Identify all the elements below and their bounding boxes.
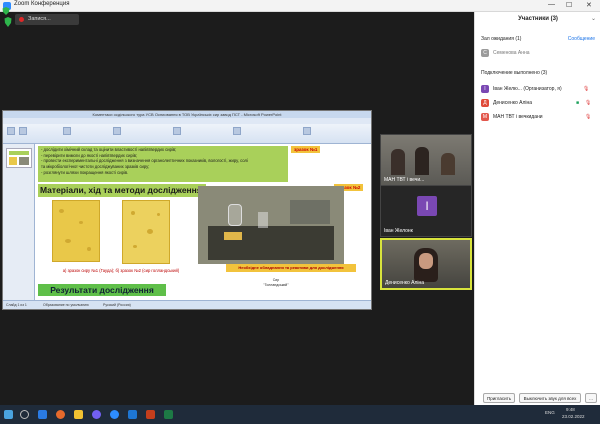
participant-row[interactable]: Д Денисенко Аліна ■ 🎙 xyxy=(481,98,595,109)
search-icon[interactable] xyxy=(20,410,29,419)
equipment-caption: Необхідне обладнання та реактиви для дос… xyxy=(226,264,356,272)
video-participant-name: МАН ТВТ і вечи... xyxy=(384,177,425,183)
word-icon[interactable] xyxy=(128,410,137,419)
zoom-titlebar: Zoom Конференция — ☐ ✕ xyxy=(0,0,600,12)
participant-name: Семенова Анна xyxy=(493,50,530,56)
slide-canvas[interactable]: - дослідити хімічний склад та оцінити вл… xyxy=(36,144,364,302)
ppt-ribbon xyxy=(3,124,371,144)
participant-name: Іван Желю... (Организатор, я) xyxy=(493,86,562,92)
video-on-icon[interactable]: ■ xyxy=(576,100,579,106)
window-title: Zoom Конференция xyxy=(14,1,70,7)
samples-caption: а) зразок сиру №1 (Гауда); б) зразок №2 … xyxy=(46,268,196,276)
chevron-down-icon[interactable]: ⌄ xyxy=(591,15,596,22)
participant-row[interactable]: І Іван Желю... (Организатор, я) 🎙 xyxy=(481,84,595,95)
muted-mic-icon[interactable]: 🎙 xyxy=(585,100,591,106)
viber-icon[interactable] xyxy=(92,410,101,419)
powerpoint-icon[interactable] xyxy=(146,410,155,419)
paste-icon[interactable] xyxy=(7,127,15,135)
objective-item: - розглянути шляхи покращення якості сир… xyxy=(41,169,129,175)
keyboard-language[interactable]: ENG xyxy=(545,410,555,415)
participants-panel: Участники (3) ⌄ Зал ожидания (1) Сообщен… xyxy=(474,12,600,405)
participant-row[interactable]: М МАН ТВТ і вечкидани 🎙 xyxy=(481,112,595,123)
theme-name: Образование по умолчанию xyxy=(43,303,89,307)
find-icon[interactable] xyxy=(303,127,311,135)
more-options-button[interactable]: … xyxy=(585,393,597,403)
language-status: Русский (Россия) xyxy=(103,303,131,307)
ppt-title: Коментаси осдільского тура УСВ Осниованн… xyxy=(3,111,371,118)
file-explorer-icon[interactable] xyxy=(74,410,83,419)
firefox-icon[interactable] xyxy=(56,410,65,419)
zoom-taskbar-icon[interactable] xyxy=(110,410,119,419)
participant-avatar: Д xyxy=(481,99,489,107)
shared-screen-powerpoint[interactable]: Коментаси осдільского тура УСВ Осниованн… xyxy=(2,110,372,310)
objectives-list: - дослідити хімічний склад та оцінити вл… xyxy=(38,146,288,182)
shield-icon[interactable] xyxy=(4,14,12,32)
lab-equipment-image xyxy=(198,186,344,264)
minimize-button[interactable]: — xyxy=(548,1,555,8)
section-heading: Матеріали, хід та методи дослідження xyxy=(38,184,206,197)
video-tile[interactable]: I Іван Желонк xyxy=(380,185,472,237)
participant-name: МАН ТВТ і вечкидани xyxy=(493,114,543,120)
close-button[interactable]: ✕ xyxy=(586,1,592,9)
panel-title: Участники (3) xyxy=(518,16,558,22)
mute-all-button[interactable]: Выключить звук для всех xyxy=(519,393,581,403)
recording-indicator[interactable]: Запися... xyxy=(15,14,79,25)
muted-mic-icon[interactable]: 🎙 xyxy=(583,86,589,92)
cheese-sample-image xyxy=(52,200,100,262)
record-dot-icon xyxy=(19,17,24,22)
slide-counter: Слайд 1 из 1 xyxy=(6,303,27,307)
video-participant-name: Денисенко Аліна xyxy=(385,280,425,286)
ppt-statusbar: Слайд 1 из 1 Образование по умолчанию Ру… xyxy=(3,300,371,309)
slide-thumbnail[interactable] xyxy=(6,148,32,168)
windows-start-icon[interactable] xyxy=(4,410,13,419)
video-tile-active-speaker[interactable]: Денисенко Аліна xyxy=(380,238,472,290)
video-tile[interactable]: МАН ТВТ і вечи... xyxy=(380,134,472,186)
participant-row[interactable]: С Семенова Анна xyxy=(481,48,595,59)
arrange-icon[interactable] xyxy=(233,127,241,135)
participant-avatar: С xyxy=(481,49,489,57)
participant-avatar: І xyxy=(481,85,489,93)
cheese-sample-image xyxy=(122,200,170,264)
waiting-room-label[interactable]: Зал ожидания (1) xyxy=(481,36,521,42)
windows-taskbar: ENG 9:48 23.02.2022 xyxy=(0,405,600,424)
slide-thumbnails xyxy=(3,144,35,302)
muted-mic-icon[interactable]: 🎙 xyxy=(585,114,591,120)
participant-name: Денисенко Аліна xyxy=(493,100,533,106)
clock-date[interactable]: 23.02.2022 xyxy=(562,414,585,419)
new-slide-icon[interactable] xyxy=(19,127,27,135)
font-icon[interactable] xyxy=(63,127,71,135)
sample-tag: зразок №1 xyxy=(291,146,321,153)
table-caption: Сир xyxy=(272,278,280,282)
recording-label: Запися... xyxy=(28,16,51,22)
participant-avatar: М xyxy=(481,113,489,121)
participant-avatar: I xyxy=(417,196,437,216)
paragraph-icon[interactable] xyxy=(113,127,121,135)
excel-icon[interactable] xyxy=(164,410,173,419)
waiting-room-message-link[interactable]: Сообщение xyxy=(568,36,595,42)
invite-button[interactable]: Пригласить xyxy=(483,393,515,403)
clock-time[interactable]: 9:48 xyxy=(566,407,575,412)
connected-label[interactable]: Подключение выполнено (3) xyxy=(481,70,547,76)
table-caption: "Голландський" xyxy=(263,283,289,287)
maximize-button[interactable]: ☐ xyxy=(566,1,572,9)
shapes-icon[interactable] xyxy=(173,127,181,135)
edge-browser-icon[interactable] xyxy=(38,410,47,419)
video-participant-name: Іван Желонк xyxy=(384,228,413,234)
results-heading: Результати дослідження xyxy=(38,284,166,296)
